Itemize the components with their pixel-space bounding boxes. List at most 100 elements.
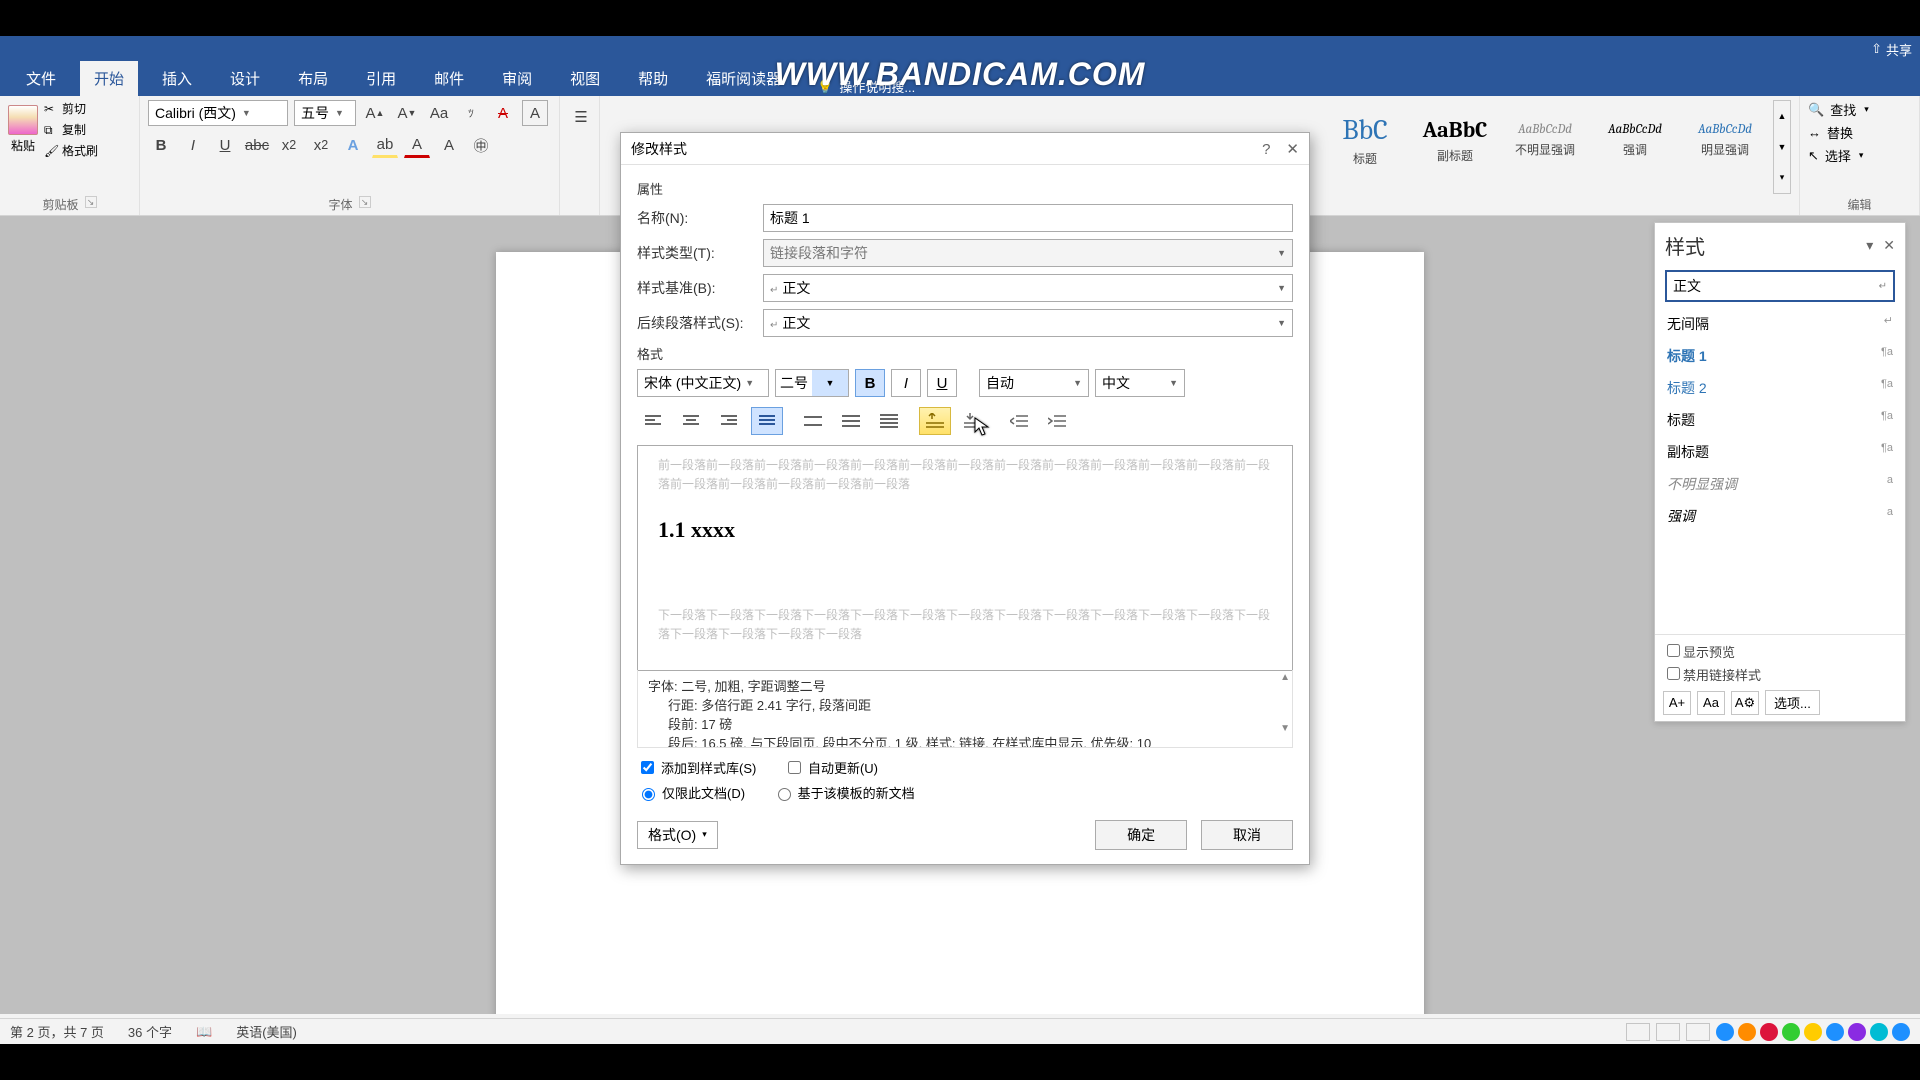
cancel-button[interactable]: 取消 bbox=[1201, 820, 1293, 850]
style-list-item[interactable]: 副标题¶a bbox=[1665, 436, 1895, 468]
indent-dec-button[interactable] bbox=[1003, 407, 1035, 435]
gallery-scroll[interactable]: ▲▼▾ bbox=[1773, 100, 1791, 194]
chevron-down-icon[interactable]: ▼ bbox=[1774, 132, 1790, 163]
shrink-font-button[interactable]: A▼ bbox=[394, 100, 420, 126]
tab-insert[interactable]: 插入 bbox=[148, 61, 206, 96]
style-list-item[interactable]: 无间隔↵ bbox=[1665, 308, 1895, 340]
tab-references[interactable]: 引用 bbox=[352, 61, 410, 96]
expand-icon[interactable]: ▾ bbox=[1774, 162, 1790, 193]
grow-font-button[interactable]: A▲ bbox=[362, 100, 388, 126]
font-name-combo[interactable]: Calibri (西文)▼ bbox=[148, 100, 288, 126]
font-size-combo[interactable]: 五号▼ bbox=[294, 100, 356, 126]
language-indicator[interactable]: 英语(美国) bbox=[236, 1022, 297, 1041]
style-item[interactable]: AaBbCcDd不明显强调 bbox=[1501, 104, 1589, 176]
manage-styles-button[interactable]: A⚙ bbox=[1731, 691, 1759, 715]
tab-review[interactable]: 审阅 bbox=[488, 61, 546, 96]
tab-design[interactable]: 设计 bbox=[216, 61, 274, 96]
text-effects-button[interactable]: A bbox=[340, 132, 366, 158]
spacing-1-button[interactable] bbox=[797, 407, 829, 435]
add-to-gallery-checkbox[interactable]: 添加到样式库(S) bbox=[637, 758, 756, 777]
style-list-item[interactable]: 标题 2¶a bbox=[1665, 372, 1895, 404]
align-left-button[interactable] bbox=[637, 407, 669, 435]
format-painter-button[interactable]: 🖌格式刷 bbox=[44, 142, 98, 159]
indent-inc-button[interactable] bbox=[1041, 407, 1073, 435]
proof-icon[interactable]: 📖 bbox=[196, 1024, 212, 1040]
chevron-down-icon[interactable]: ▼ bbox=[1280, 723, 1290, 734]
style-list-item[interactable]: 标题¶a bbox=[1665, 404, 1895, 436]
read-mode-button[interactable] bbox=[1626, 1023, 1650, 1041]
style-list-item[interactable]: 标题 1¶a bbox=[1665, 340, 1895, 372]
style-item[interactable]: AaBbCcDd明显强调 bbox=[1681, 104, 1769, 176]
style-item[interactable]: AaBbCcDd强调 bbox=[1591, 104, 1679, 176]
style-list-item[interactable]: 不明显强调a bbox=[1665, 468, 1895, 500]
print-layout-button[interactable] bbox=[1656, 1023, 1680, 1041]
pane-menu-icon[interactable]: ▾ bbox=[1866, 237, 1873, 253]
based-on-combo[interactable]: ↵正文▼ bbox=[763, 274, 1293, 302]
show-preview-checkbox[interactable]: 显示预览 bbox=[1663, 641, 1897, 661]
new-docs-radio[interactable]: 基于该模板的新文档 bbox=[773, 783, 915, 802]
style-item[interactable]: BbC标题 bbox=[1321, 104, 1409, 176]
tab-home[interactable]: 开始 bbox=[80, 61, 138, 96]
align-justify-button[interactable] bbox=[751, 407, 783, 435]
next-style-combo[interactable]: ↵正文▼ bbox=[763, 309, 1293, 337]
char-border-button[interactable]: A bbox=[522, 100, 548, 126]
word-count[interactable]: 36 个字 bbox=[128, 1022, 172, 1041]
format-menu-button[interactable]: 格式(O)▾ bbox=[637, 821, 718, 849]
dlg-underline-button[interactable]: U bbox=[927, 369, 957, 397]
page-indicator[interactable]: 第 2 页，共 7 页 bbox=[10, 1022, 104, 1041]
share-button[interactable]: ⇧ 共享 bbox=[1871, 40, 1912, 59]
tab-file[interactable]: 文件 bbox=[12, 61, 70, 96]
dlg-color-combo[interactable]: 自动▼ bbox=[979, 369, 1089, 397]
phonetic-guide-button[interactable]: ﾂ bbox=[458, 100, 484, 126]
bullets-button[interactable]: ☰ bbox=[568, 104, 594, 130]
spacing-2-button[interactable] bbox=[873, 407, 905, 435]
current-style[interactable]: 正文↵ bbox=[1665, 270, 1895, 302]
dlg-bold-button[interactable]: B bbox=[855, 369, 885, 397]
paste-button[interactable]: 粘贴 bbox=[8, 105, 38, 154]
tab-layout[interactable]: 布局 bbox=[284, 61, 342, 96]
tellme-text[interactable]: 操作说明搜... bbox=[839, 77, 915, 96]
dlg-font-size-combo[interactable]: 二号▼ bbox=[775, 369, 849, 397]
find-button[interactable]: 🔍查找▾ bbox=[1808, 100, 1911, 119]
italic-button[interactable]: I bbox=[180, 132, 206, 158]
align-right-button[interactable] bbox=[713, 407, 745, 435]
subscript-button[interactable]: x2 bbox=[276, 132, 302, 158]
style-inspector-button[interactable]: Aa bbox=[1697, 691, 1725, 715]
ok-button[interactable]: 确定 bbox=[1095, 820, 1187, 850]
chevron-up-icon[interactable]: ▲ bbox=[1774, 101, 1790, 132]
spacing-1.5-button[interactable] bbox=[835, 407, 867, 435]
space-before-dec-button[interactable] bbox=[957, 407, 989, 435]
new-style-button[interactable]: A+ bbox=[1663, 691, 1691, 715]
cut-button[interactable]: ✂剪切 bbox=[44, 100, 98, 117]
dlg-italic-button[interactable]: I bbox=[891, 369, 921, 397]
only-this-doc-radio[interactable]: 仅限此文档(D) bbox=[637, 783, 745, 802]
auto-update-checkbox[interactable]: 自动更新(U) bbox=[784, 758, 878, 777]
dlg-script-combo[interactable]: 中文▼ bbox=[1095, 369, 1185, 397]
style-list-item[interactable]: 强调a bbox=[1665, 500, 1895, 532]
bold-button[interactable]: B bbox=[148, 132, 174, 158]
web-layout-button[interactable] bbox=[1686, 1023, 1710, 1041]
chevron-up-icon[interactable]: ▲ bbox=[1280, 672, 1290, 683]
tab-help[interactable]: 帮助 bbox=[624, 61, 682, 96]
underline-button[interactable]: U bbox=[212, 132, 238, 158]
change-case-button[interactable]: Aa bbox=[426, 100, 452, 126]
strike-button[interactable]: abc bbox=[244, 132, 270, 158]
space-before-inc-button[interactable] bbox=[919, 407, 951, 435]
superscript-button[interactable]: x2 bbox=[308, 132, 334, 158]
options-button[interactable]: 选项... bbox=[1765, 690, 1820, 715]
font-launcher-icon[interactable]: ↘ bbox=[359, 196, 371, 208]
chevron-down-icon[interactable]: ▼ bbox=[812, 370, 848, 396]
close-icon[interactable]: ✕ bbox=[1883, 237, 1895, 253]
disable-linked-checkbox[interactable]: 禁用链接样式 bbox=[1663, 664, 1897, 684]
align-center-button[interactable] bbox=[675, 407, 707, 435]
highlight-button[interactable]: ab bbox=[372, 132, 398, 158]
dialog-titlebar[interactable]: 修改样式 ?✕ bbox=[621, 133, 1309, 165]
help-icon[interactable]: ? bbox=[1262, 141, 1270, 158]
select-button[interactable]: ↖选择▾ bbox=[1808, 146, 1911, 165]
dlg-font-name-combo[interactable]: 宋体 (中文正文)▼ bbox=[637, 369, 769, 397]
enclose-char-button[interactable]: ㊥ bbox=[468, 132, 494, 158]
clipboard-launcher-icon[interactable]: ↘ bbox=[85, 196, 97, 208]
tab-foxit[interactable]: 福昕阅读器 bbox=[692, 61, 795, 96]
close-icon[interactable]: ✕ bbox=[1286, 141, 1299, 158]
tab-mailings[interactable]: 邮件 bbox=[420, 61, 478, 96]
